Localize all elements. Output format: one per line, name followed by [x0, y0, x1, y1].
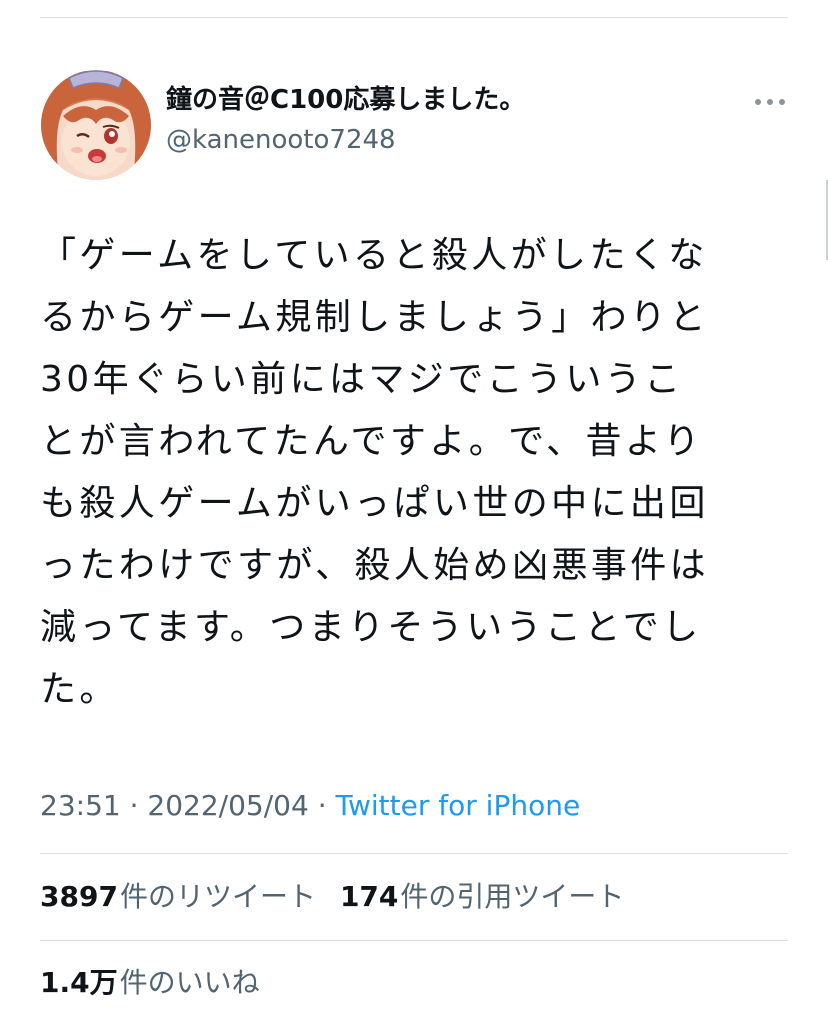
avatar[interactable]	[41, 70, 151, 180]
tweet-text-line: も殺人ゲームがいっぱい世の中に出回	[40, 483, 709, 524]
tweet-source-link[interactable]: Twitter for iPhone	[336, 789, 581, 822]
more-dot	[767, 99, 773, 105]
more-horizontal-icon[interactable]	[752, 90, 788, 114]
tweet-date[interactable]: 2022/05/04	[147, 789, 308, 822]
tweet-text-line: るからゲーム規制しましょう」わりと	[40, 297, 709, 338]
retweets-label: 件のリツイート	[119, 880, 316, 913]
likes-stats: 1.4万件のいいね	[40, 963, 260, 1003]
meta-separator: ·	[317, 789, 327, 822]
stats-divider-bottom	[40, 940, 788, 941]
display-name[interactable]: 鐘の音＠C100応募しました。	[166, 83, 525, 117]
tweet-text-line: ったわけですが、殺人始め凶悪事件は	[40, 545, 710, 586]
more-dot	[779, 99, 785, 105]
likes-label: 件のいいね	[119, 966, 260, 999]
engagement-stats: 3897件のリツイート 174件の引用ツイート	[40, 877, 624, 917]
retweets-count: 3897	[40, 880, 118, 913]
tweet-text: 「ゲームをしていると殺人がしたくな るからゲーム規制しましょう」わりと 30年ぐ…	[40, 225, 800, 721]
tweet-metadata: 23:51 · 2022/05/04 · Twitter for iPhone	[40, 786, 580, 826]
stats-divider-top	[40, 853, 788, 854]
avatar-illustration	[41, 70, 151, 180]
quotes-count: 174	[339, 880, 399, 913]
tweet-text-line: とが言われてたんですよ。で、昔より	[40, 421, 703, 462]
likes-stat[interactable]: 1.4万件のいいね	[40, 966, 260, 999]
tweet-text-line: た。	[40, 669, 119, 710]
tweet-text-line: 「ゲームをしていると殺人がしたくな	[40, 235, 708, 276]
user-handle[interactable]: @kanenooto7248	[166, 123, 396, 157]
likes-count: 1.4万	[40, 966, 118, 999]
tweet-text-line: 30年ぐらい前にはマジでこういうこ	[40, 359, 684, 400]
meta-separator: ·	[129, 789, 139, 822]
quotes-stat[interactable]: 174件の引用ツイート	[340, 880, 624, 913]
tweet-text-line: 減ってます。つまりそういうことでし	[40, 607, 702, 648]
retweets-stat[interactable]: 3897件のリツイート	[40, 880, 316, 913]
scroll-indicator	[822, 180, 828, 260]
quotes-label: 件の引用ツイート	[400, 880, 625, 913]
tweet-time[interactable]: 23:51	[40, 789, 121, 822]
more-dot	[755, 99, 761, 105]
top-divider	[40, 17, 788, 18]
